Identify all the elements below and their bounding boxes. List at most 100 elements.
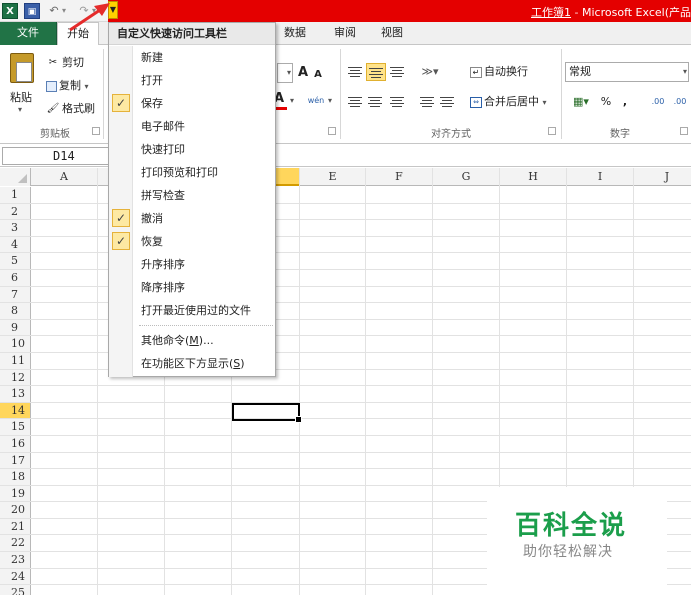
comma-button[interactable]: , — [620, 93, 630, 111]
merge-dropdown-icon[interactable]: ▾ — [543, 98, 547, 107]
increase-indent-button[interactable] — [438, 93, 456, 111]
paste-button-label[interactable]: 粘贴 — [10, 89, 32, 105]
excel-logo-icon[interactable]: X — [2, 3, 18, 19]
row-header-14[interactable]: 14 — [0, 402, 31, 419]
font-launcher-icon[interactable] — [328, 127, 336, 135]
row-header-2[interactable]: 2 — [0, 203, 31, 220]
menu-item[interactable]: ✓ 恢复 — [109, 230, 275, 253]
row-header-12[interactable]: 12 — [0, 369, 31, 386]
font-size-dropdown[interactable]: ▾ — [277, 63, 293, 83]
row-header-4[interactable]: 4 — [0, 236, 31, 253]
row-header-1[interactable]: 1 — [0, 187, 31, 203]
row-header-17[interactable]: 17 — [0, 452, 31, 469]
customize-qat-dropdown-button[interactable]: ▼ — [108, 1, 118, 19]
row-header-7[interactable]: 7 — [0, 286, 31, 303]
tab-data[interactable]: 数据 — [279, 22, 311, 45]
menu-item[interactable]: 降序排序 — [109, 276, 275, 299]
row-header-6[interactable]: 6 — [0, 269, 31, 286]
column-gridline — [365, 168, 366, 595]
row-header-8[interactable]: 8 — [0, 303, 31, 319]
phonetic-dropdown-icon[interactable]: ▾ — [326, 92, 334, 110]
row-header-16[interactable]: 16 — [0, 435, 31, 452]
align-left-button[interactable] — [346, 93, 364, 111]
phonetic-button[interactable]: wén — [306, 92, 326, 110]
table-row: 8 — [0, 303, 691, 320]
paste-icon[interactable] — [10, 53, 34, 83]
menu-item[interactable]: ✓ 撤消 — [109, 207, 275, 230]
menu-item[interactable]: 升序排序 — [109, 253, 275, 276]
decrease-indent-button[interactable] — [418, 93, 436, 111]
column-header-g[interactable]: G — [433, 168, 500, 186]
align-bottom-button[interactable] — [388, 63, 406, 81]
align-center-button[interactable] — [366, 93, 384, 111]
column-header-f[interactable]: F — [366, 168, 433, 186]
row-header-18[interactable]: 18 — [0, 469, 31, 485]
menu-item-show-below-ribbon[interactable]: 在功能区下方显示(S) — [109, 352, 275, 375]
copy-dropdown-icon[interactable]: ▾ — [85, 82, 89, 91]
cut-button[interactable]: ✂ 剪切 — [46, 55, 84, 73]
save-icon[interactable]: ▣ — [24, 3, 40, 19]
redo-dropdown-icon[interactable]: ▾ — [90, 3, 98, 19]
row-header-15[interactable]: 15 — [0, 419, 31, 435]
column-header-i[interactable]: I — [567, 168, 634, 186]
row-header-19[interactable]: 19 — [0, 485, 31, 502]
menu-item[interactable]: 新建 — [109, 46, 275, 69]
column-header-a[interactable]: A — [31, 168, 98, 186]
paste-dropdown-icon[interactable]: ▾ — [18, 105, 22, 114]
orientation-button[interactable]: ≫▾ — [418, 63, 442, 81]
alignment-launcher-icon[interactable] — [548, 127, 556, 135]
currency-icon: ▦▾ — [573, 95, 589, 108]
row-header-23[interactable]: 23 — [0, 552, 31, 568]
decrease-decimal-button[interactable]: .00 — [670, 93, 690, 111]
font-color-dropdown-icon[interactable]: ▾ — [288, 92, 296, 110]
align-middle-button[interactable] — [366, 63, 386, 81]
wrap-text-button[interactable]: ↵ 自动换行 — [470, 64, 528, 82]
select-all-corner[interactable] — [0, 168, 31, 186]
row-header-11[interactable]: 11 — [0, 352, 31, 369]
row-header-13[interactable]: 13 — [0, 386, 31, 402]
menu-item[interactable]: 打开 — [109, 69, 275, 92]
accounting-format-button[interactable]: ▦▾ — [567, 93, 595, 111]
menu-item[interactable]: 拼写检查 — [109, 184, 275, 207]
row-header-5[interactable]: 5 — [0, 253, 31, 269]
menu-item[interactable]: 快速打印 — [109, 138, 275, 161]
tab-review[interactable]: 审阅 — [329, 22, 361, 45]
shrink-font-button[interactable]: A — [312, 66, 324, 84]
menu-item[interactable]: ✓ 保存 — [109, 92, 275, 115]
ribbon-home: 粘贴 ▾ ✂ 剪切 复制 ▾ 🖌 格式刷 剪贴板 ▾ A A A ▾ wén ▾ ≫… — [0, 45, 691, 144]
row-header-20[interactable]: 20 — [0, 502, 31, 518]
number-launcher-icon[interactable] — [680, 127, 688, 135]
row-header-9[interactable]: 9 — [0, 319, 31, 336]
tab-file[interactable]: 文件 — [0, 22, 57, 45]
column-header-e[interactable]: E — [300, 168, 366, 186]
align-top-button[interactable] — [346, 63, 364, 81]
align-right-button[interactable] — [388, 93, 406, 111]
undo-dropdown-icon[interactable]: ▾ — [60, 3, 68, 19]
row-header-3[interactable]: 3 — [0, 220, 31, 236]
number-format-dropdown[interactable]: 常规 ▾ — [565, 62, 689, 82]
menu-item[interactable]: 打开最近使用过的文件 — [109, 299, 275, 322]
menu-item-more-commands[interactable]: 其他命令(M)... — [109, 329, 275, 352]
column-header-j[interactable]: J — [634, 168, 691, 186]
row-header-22[interactable]: 22 — [0, 535, 31, 552]
menu-item[interactable]: 打印预览和打印 — [109, 161, 275, 184]
menu-item-label: 恢复 — [141, 235, 163, 248]
excel-window: { "app": { "title_doc": "工作簿1", "title_s… — [0, 0, 691, 595]
row-header-24[interactable]: 24 — [0, 568, 31, 585]
menu-item[interactable]: 电子邮件 — [109, 115, 275, 138]
row-header-21[interactable]: 21 — [0, 518, 31, 535]
table-row: 4 — [0, 236, 691, 254]
row-header-10[interactable]: 10 — [0, 336, 31, 352]
tab-view[interactable]: 视图 — [376, 22, 408, 45]
active-cell-selection[interactable] — [232, 403, 302, 423]
row-header-25[interactable]: 25 — [0, 585, 31, 595]
merge-center-button[interactable]: ⇔ 合并后居中 ▾ — [470, 94, 547, 112]
increase-decimal-button[interactable]: .00 — [648, 93, 668, 111]
column-header-h[interactable]: H — [500, 168, 567, 186]
format-painter-button[interactable]: 🖌 格式刷 — [46, 101, 95, 119]
clipboard-launcher-icon[interactable] — [92, 127, 100, 135]
percent-button[interactable]: % — [598, 93, 614, 111]
tab-home[interactable]: 开始 — [57, 22, 99, 46]
grow-font-button[interactable]: A — [296, 64, 310, 82]
copy-button[interactable]: 复制 ▾ — [46, 78, 89, 96]
